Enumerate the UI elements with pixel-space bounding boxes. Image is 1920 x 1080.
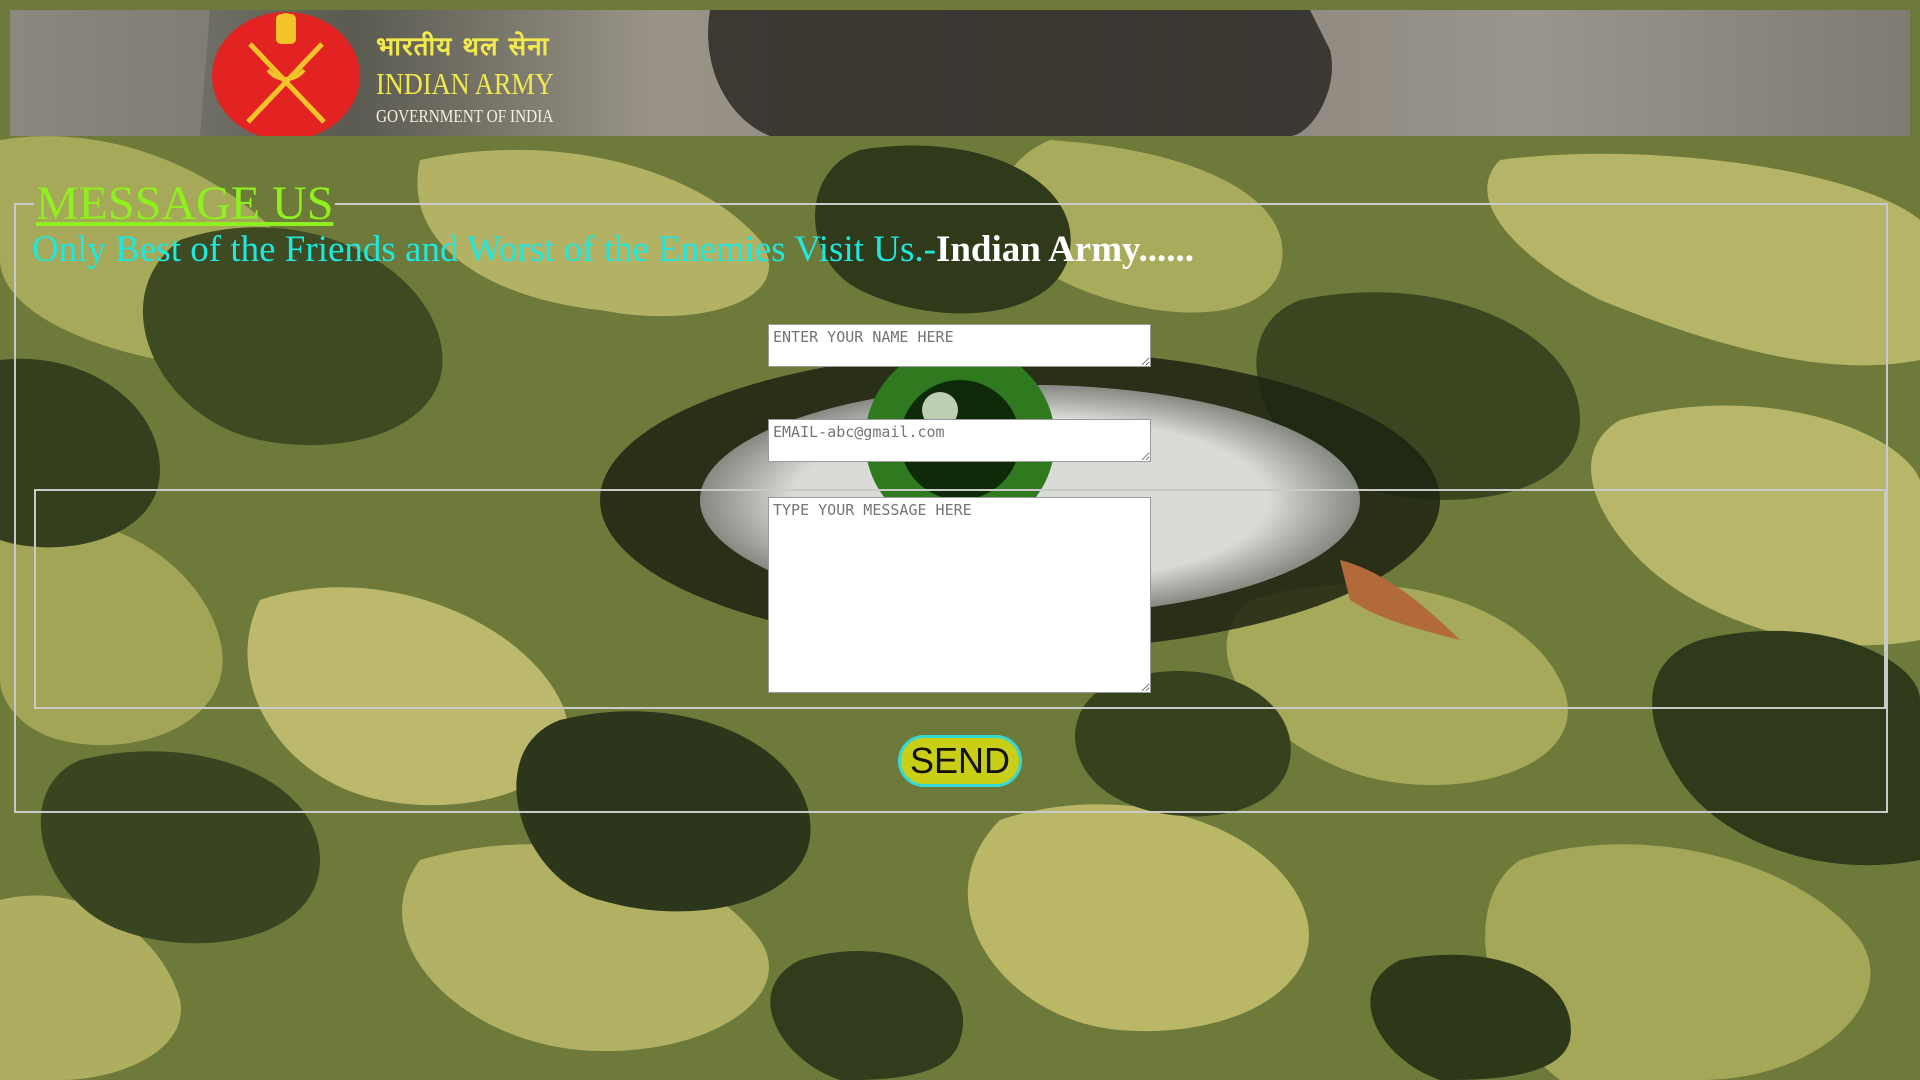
send-button[interactable]: SEND <box>898 735 1022 787</box>
motto-text: Only Best of the Friends and Worst of th… <box>32 229 936 270</box>
brand-subtitle: GOVERNMENT OF INDIA <box>376 106 554 126</box>
email-field[interactable] <box>768 419 1151 462</box>
motto-quote: Only Best of the Friends and Worst of th… <box>32 228 1194 271</box>
brand-title: INDIAN ARMY <box>376 66 554 101</box>
header-banner: भारतीय थल सेना INDIAN ARMY GOVERNMENT OF… <box>10 10 1910 136</box>
army-emblem-icon <box>212 12 360 136</box>
motto-author: Indian Army...... <box>935 229 1194 270</box>
message-field[interactable] <box>768 497 1151 693</box>
form-legend: MESSAGE US <box>36 177 334 230</box>
brand-hindi-title: भारतीय थल सेना <box>376 32 550 62</box>
brand-block: भारतीय थल सेना INDIAN ARMY GOVERNMENT OF… <box>376 30 585 128</box>
name-field[interactable] <box>768 324 1151 367</box>
